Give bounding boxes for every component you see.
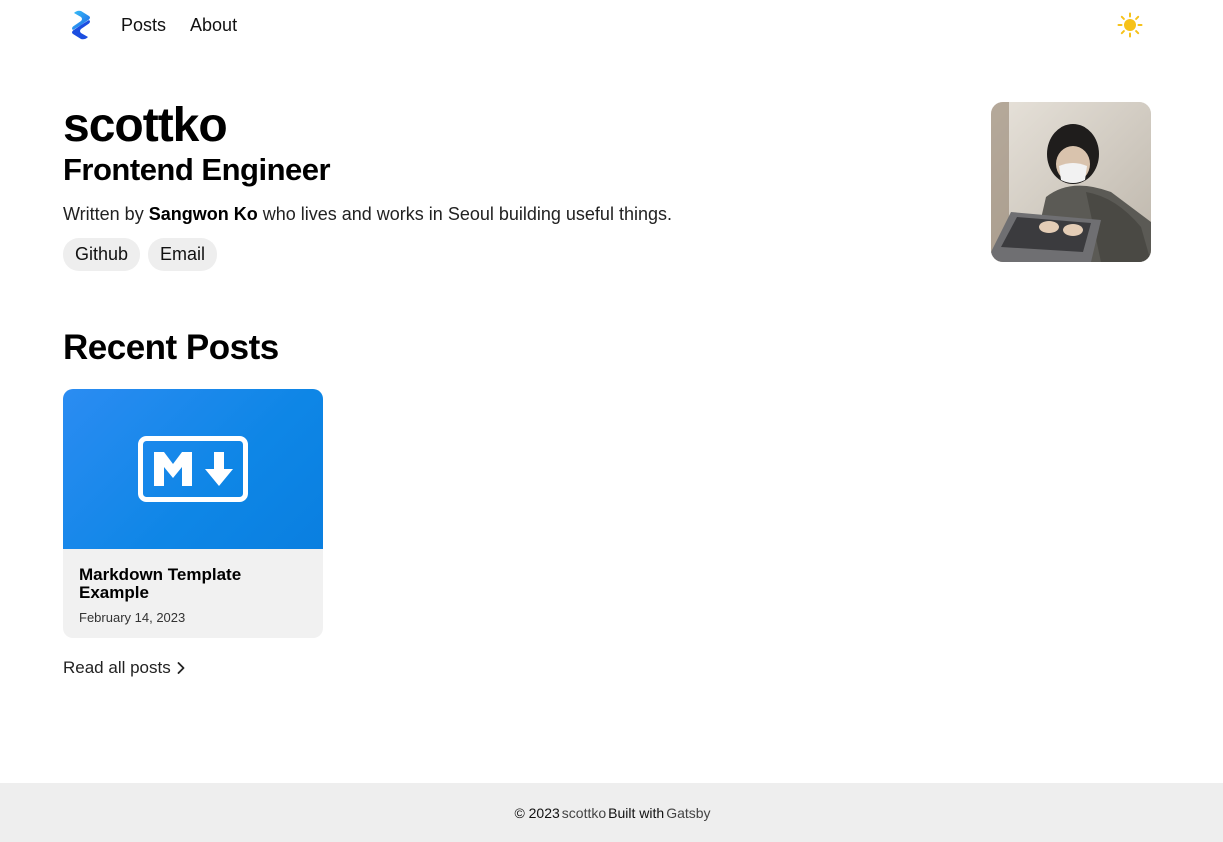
read-all-posts-link[interactable]: Read all posts <box>63 658 185 678</box>
footer-copyright: © 2023 <box>514 804 560 821</box>
bio-suffix: who lives and works in Seoul building us… <box>262 204 672 224</box>
bio-prefix: Written by <box>63 204 144 224</box>
github-link[interactable]: Github <box>63 238 141 271</box>
footer-built-with: Built with <box>608 804 665 821</box>
post-title: Markdown Template Example <box>79 565 242 602</box>
nav-link-posts[interactable]: Posts <box>121 15 166 36</box>
footer-gatsby-link[interactable]: Gatsby <box>666 805 710 821</box>
chevron-right-icon <box>177 662 185 674</box>
markdown-icon <box>138 436 248 502</box>
post-card[interactable]: Markdown Template Example February 14, 2… <box>63 389 323 638</box>
post-date: February 14, 2023 <box>79 610 186 625</box>
bio-author: Sangwon Ko <box>148 204 258 224</box>
profile-role: Frontend Engineer <box>63 152 331 187</box>
profile-bio: Written by Sangwon Ko who lives and work… <box>63 202 1151 226</box>
email-link[interactable]: Email <box>148 238 218 271</box>
recent-posts-section: Recent Posts <box>63 328 279 368</box>
sun-icon <box>1117 12 1143 38</box>
site-footer: © 2023 scottko Built with Gatsby <box>0 783 1223 842</box>
read-all-label: Read all posts <box>63 658 171 677</box>
profile-photo <box>991 102 1151 262</box>
recent-posts-heading: Recent Posts <box>63 328 279 367</box>
top-nav: Posts About <box>63 0 1151 50</box>
profile-links: Github Email <box>63 238 1151 271</box>
profile-section: scottko Frontend Engineer Written by San… <box>63 100 1151 290</box>
footer-site-link[interactable]: scottko <box>562 805 606 821</box>
theme-toggle-button[interactable] <box>1115 10 1145 40</box>
post-thumbnail <box>63 389 323 549</box>
profile-name: scottko <box>63 99 228 152</box>
nav-link-about[interactable]: About <box>190 15 237 36</box>
blog-logo-icon[interactable] <box>69 8 107 42</box>
